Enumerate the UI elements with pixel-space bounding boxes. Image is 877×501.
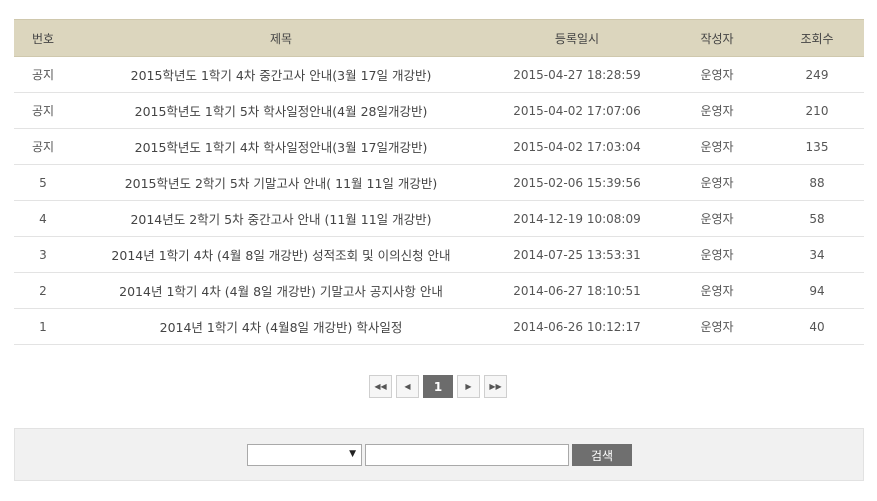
row-title-link[interactable]: 2014년도 2학기 5차 중간고사 안내 (11월 11일 개강반) [72,200,490,237]
search-input[interactable] [365,444,569,466]
row-author: 운영자 [664,128,770,165]
row-author: 운영자 [664,56,770,93]
table-row: 2 2014년 1학기 4차 (4월 8일 개강반) 기말고사 공지사항 안내 … [14,272,864,309]
row-views: 210 [770,92,864,129]
row-author: 운영자 [664,272,770,309]
row-author: 운영자 [664,236,770,273]
table-row: 공지 2015학년도 1학기 5차 학사일정안내(4월 28일개강반) 2015… [14,92,864,129]
row-date: 2014-06-26 10:12:17 [490,308,664,345]
row-num: 공지 [14,128,72,165]
row-views: 249 [770,56,864,93]
header-views: 조회수 [770,19,864,57]
row-date: 2015-04-02 17:07:06 [490,92,664,129]
row-num: 4 [14,200,72,237]
row-title-link[interactable]: 2015학년도 1학기 4차 중간고사 안내(3월 17일 개강반) [72,56,490,93]
header-author: 작성자 [664,19,770,57]
search-box: ▼ 검색 [14,428,864,481]
row-num: 공지 [14,92,72,129]
header-num: 번호 [14,19,72,57]
table-row: 5 2015학년도 2학기 5차 기말고사 안내( 11월 11일 개강반) 2… [14,164,864,201]
last-page-icon[interactable]: ▶▶ [484,375,507,398]
row-date: 2015-02-06 15:39:56 [490,164,664,201]
row-num: 3 [14,236,72,273]
row-author: 운영자 [664,92,770,129]
row-views: 94 [770,272,864,309]
row-views: 88 [770,164,864,201]
table-row: 공지 2015학년도 1학기 4차 학사일정안내(3월 17일개강반) 2015… [14,128,864,165]
header-date: 등록일시 [490,19,664,57]
row-title-link[interactable]: 2014년 1학기 4차 (4월 8일 개강반) 기말고사 공지사항 안내 [72,272,490,309]
row-date: 2014-12-19 10:08:09 [490,200,664,237]
row-date: 2015-04-02 17:03:04 [490,128,664,165]
row-views: 34 [770,236,864,273]
pagination: ◀◀ ◀ 1 ▶ ▶▶ [369,375,507,398]
page-button-current[interactable]: 1 [423,375,453,398]
table-header: 번호 제목 등록일시 작성자 조회수 [14,19,864,57]
row-views: 135 [770,128,864,165]
row-num: 공지 [14,56,72,93]
row-views: 58 [770,200,864,237]
row-date: 2015-04-27 18:28:59 [490,56,664,93]
search-category-select[interactable]: ▼ [247,444,362,466]
row-title-link[interactable]: 2014년 1학기 4차 (4월 8일 개강반) 성적조회 및 이의신청 안내 [72,236,490,273]
row-author: 운영자 [664,164,770,201]
first-page-icon[interactable]: ◀◀ [369,375,392,398]
table-row: 3 2014년 1학기 4차 (4월 8일 개강반) 성적조회 및 이의신청 안… [14,236,864,273]
row-date: 2014-06-27 18:10:51 [490,272,664,309]
prev-page-icon[interactable]: ◀ [396,375,419,398]
row-num: 5 [14,164,72,201]
row-views: 40 [770,308,864,345]
row-num: 2 [14,272,72,309]
row-title-link[interactable]: 2014년 1학기 4차 (4월8일 개강반) 학사일정 [72,308,490,345]
next-page-icon[interactable]: ▶ [457,375,480,398]
chevron-down-icon: ▼ [349,449,356,459]
row-date: 2014-07-25 13:53:31 [490,236,664,273]
row-num: 1 [14,308,72,345]
header-title: 제목 [72,19,490,57]
table-row: 공지 2015학년도 1학기 4차 중간고사 안내(3월 17일 개강반) 20… [14,56,864,93]
row-title-link[interactable]: 2015학년도 1학기 5차 학사일정안내(4월 28일개강반) [72,92,490,129]
row-author: 운영자 [664,200,770,237]
row-title-link[interactable]: 2015학년도 2학기 5차 기말고사 안내( 11월 11일 개강반) [72,164,490,201]
row-author: 운영자 [664,308,770,345]
row-title-link[interactable]: 2015학년도 1학기 4차 학사일정안내(3월 17일개강반) [72,128,490,165]
board-table: 번호 제목 등록일시 작성자 조회수 공지 2015학년도 1학기 4차 중간고… [14,19,864,345]
table-row: 1 2014년 1학기 4차 (4월8일 개강반) 학사일정 2014-06-2… [14,308,864,345]
search-button[interactable]: 검색 [572,444,632,466]
table-body: 공지 2015학년도 1학기 4차 중간고사 안내(3월 17일 개강반) 20… [14,56,864,345]
table-row: 4 2014년도 2학기 5차 중간고사 안내 (11월 11일 개강반) 20… [14,200,864,237]
